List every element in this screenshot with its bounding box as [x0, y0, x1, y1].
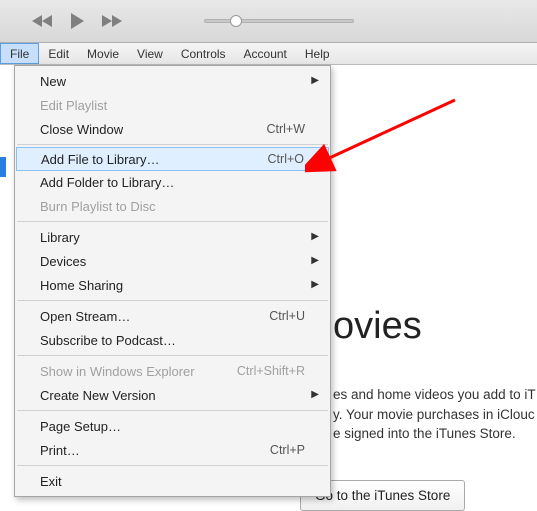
menu-separator	[17, 355, 328, 356]
menu-item-exit[interactable]: Exit	[16, 469, 329, 493]
page-title: ovies	[333, 305, 422, 348]
menu-item-home-sharing[interactable]: Home Sharing ▶	[16, 273, 329, 297]
menu-shortcut: Ctrl+O	[268, 152, 304, 166]
menu-item-close-window[interactable]: Close Window Ctrl+W	[16, 117, 329, 141]
submenu-arrow-icon: ▶	[311, 255, 319, 266]
menu-item-edit-playlist: Edit Playlist	[16, 93, 329, 117]
menu-shortcut: Ctrl+U	[269, 309, 305, 323]
menu-label: Exit	[40, 474, 305, 489]
menu-label: Add Folder to Library…	[40, 175, 305, 190]
menu-movie[interactable]: Movie	[78, 43, 128, 64]
rewind-icon[interactable]	[30, 14, 54, 28]
menu-view[interactable]: View	[128, 43, 172, 64]
menu-edit[interactable]: Edit	[39, 43, 78, 64]
menu-label: Open Stream…	[40, 309, 269, 324]
fast-forward-icon[interactable]	[100, 14, 124, 28]
submenu-arrow-icon: ▶	[311, 389, 319, 400]
file-dropdown-menu: New ▶ Edit Playlist Close Window Ctrl+W …	[14, 65, 331, 497]
menu-label: Close Window	[40, 122, 266, 137]
menu-label: Edit Playlist	[40, 98, 305, 113]
menu-shortcut: Ctrl+P	[270, 443, 305, 457]
menu-label: Add File to Library…	[41, 152, 268, 167]
menu-separator	[17, 221, 328, 222]
menu-file[interactable]: File	[0, 43, 39, 64]
menu-label: Library	[40, 230, 305, 245]
menu-item-add-file-to-library[interactable]: Add File to Library… Ctrl+O	[16, 147, 329, 171]
menu-label: New	[40, 74, 305, 89]
menu-item-subscribe-podcast[interactable]: Subscribe to Podcast…	[16, 328, 329, 352]
desc-line: e signed into the iTunes Store.	[333, 426, 516, 441]
menu-separator	[17, 410, 328, 411]
submenu-arrow-icon: ▶	[311, 279, 319, 290]
menu-label: Subscribe to Podcast…	[40, 333, 305, 348]
desc-line: es and home videos you add to iT	[333, 387, 536, 402]
menu-separator	[17, 465, 328, 466]
desc-line: y. Your movie purchases in iClouc	[333, 407, 535, 422]
menu-shortcut: Ctrl+W	[266, 122, 305, 136]
menu-bar: File Edit Movie View Controls Account He…	[0, 43, 537, 65]
menu-separator	[17, 144, 328, 145]
scrubber[interactable]	[204, 19, 354, 23]
scrubber-track[interactable]	[204, 19, 354, 23]
menu-item-page-setup[interactable]: Page Setup…	[16, 414, 329, 438]
menu-account[interactable]: Account	[235, 43, 296, 64]
menu-label: Page Setup…	[40, 419, 305, 434]
menu-controls[interactable]: Controls	[172, 43, 235, 64]
menu-item-new[interactable]: New ▶	[16, 69, 329, 93]
submenu-arrow-icon: ▶	[311, 231, 319, 242]
playback-controls	[30, 12, 124, 30]
menu-label: Print…	[40, 443, 270, 458]
menu-label: Create New Version	[40, 388, 305, 403]
play-icon[interactable]	[68, 12, 86, 30]
menu-separator	[17, 300, 328, 301]
menu-item-devices[interactable]: Devices ▶	[16, 249, 329, 273]
menu-item-burn-playlist: Burn Playlist to Disc	[16, 194, 329, 218]
menu-shortcut: Ctrl+Shift+R	[237, 364, 305, 378]
menu-item-show-in-explorer: Show in Windows Explorer Ctrl+Shift+R	[16, 359, 329, 383]
menu-label: Burn Playlist to Disc	[40, 199, 305, 214]
menu-item-library[interactable]: Library ▶	[16, 225, 329, 249]
menu-item-open-stream[interactable]: Open Stream… Ctrl+U	[16, 304, 329, 328]
sidebar-selection-indicator	[0, 157, 6, 177]
submenu-arrow-icon: ▶	[311, 75, 319, 86]
menu-item-print[interactable]: Print… Ctrl+P	[16, 438, 329, 462]
page-description: es and home videos you add to iT y. Your…	[333, 385, 537, 444]
menu-item-add-folder-to-library[interactable]: Add Folder to Library…	[16, 170, 329, 194]
menu-help[interactable]: Help	[296, 43, 339, 64]
menu-label: Devices	[40, 254, 305, 269]
menu-label: Show in Windows Explorer	[40, 364, 237, 379]
menu-label: Home Sharing	[40, 278, 305, 293]
menu-item-create-new-version[interactable]: Create New Version ▶	[16, 383, 329, 407]
title-bar	[0, 0, 537, 43]
scrubber-thumb[interactable]	[230, 15, 242, 27]
